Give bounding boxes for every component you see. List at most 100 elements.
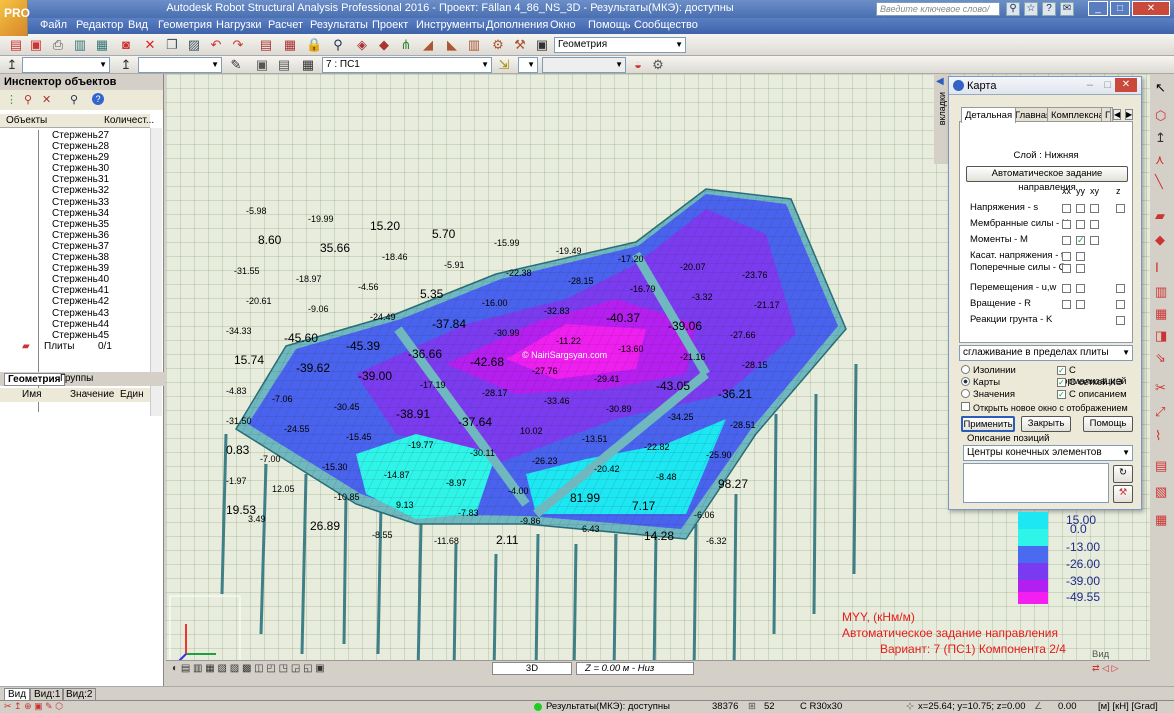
- paste-icon[interactable]: ▨: [186, 37, 202, 53]
- node-icon[interactable]: ↥: [4, 57, 20, 73]
- tree-item[interactable]: Стержень 36: [0, 230, 150, 241]
- print-icon[interactable]: ⎙: [50, 37, 66, 53]
- disp-xx-checkbox[interactable]: [1062, 284, 1071, 293]
- table-results-icon[interactable]: ▤: [1155, 458, 1167, 474]
- comm-icon[interactable]: ✉: [1060, 2, 1074, 16]
- membrane-yy-checkbox[interactable]: [1076, 220, 1085, 229]
- tree-item[interactable]: Стержень 27: [0, 130, 150, 141]
- zoom-icon[interactable]: ⚲: [330, 37, 346, 53]
- case-icon[interactable]: ▤: [276, 57, 292, 73]
- disp-yy-checkbox[interactable]: [1076, 284, 1085, 293]
- copy-icon[interactable]: ❐: [164, 37, 180, 53]
- bar-icon[interactable]: ↥: [118, 57, 134, 73]
- help-button[interactable]: Помощь: [1083, 416, 1133, 432]
- solid-icon[interactable]: ◆: [1155, 232, 1165, 248]
- rot-yy-checkbox[interactable]: [1076, 300, 1085, 309]
- map-icon[interactable]: ▧: [1155, 484, 1167, 500]
- shear-stress-xx-checkbox[interactable]: [1062, 252, 1071, 261]
- menu-geometry[interactable]: Геометрия: [158, 19, 212, 31]
- auto-direction-button[interactable]: Автоматическое задание направления: [966, 166, 1128, 193]
- chk-mesh[interactable]: ✓ С сеткой КЭ: [1057, 377, 1122, 388]
- tree-item[interactable]: Стержень 30: [0, 163, 150, 174]
- stress-xy-checkbox[interactable]: [1090, 204, 1099, 213]
- maps-radio[interactable]: [961, 377, 970, 386]
- menu-results[interactable]: Результаты: [310, 19, 368, 31]
- soil-z-checkbox[interactable]: [1116, 316, 1125, 325]
- close-button[interactable]: ✕: [1132, 1, 1170, 16]
- open-icon[interactable]: ▤: [8, 37, 24, 53]
- menu-view[interactable]: Вид: [128, 19, 148, 31]
- attributes-icon[interactable]: ⚙: [650, 57, 666, 73]
- tree-item[interactable]: Стержень 41: [0, 285, 150, 296]
- menu-addons[interactable]: Дополнения: [486, 19, 548, 31]
- cut-icon[interactable]: ▦: [1155, 512, 1167, 528]
- help-icon[interactable]: ?: [1042, 2, 1056, 16]
- selection-icon[interactable]: ◈: [354, 37, 370, 53]
- apply-button[interactable]: Применить: [961, 416, 1015, 432]
- tree-item[interactable]: Стержень 33: [0, 197, 150, 208]
- moment-xy-checkbox[interactable]: [1090, 236, 1099, 245]
- close-dialog-button[interactable]: Закрыть: [1021, 416, 1071, 432]
- menu-project[interactable]: Проект: [372, 19, 408, 31]
- settings-button[interactable]: ⚒: [1113, 485, 1133, 503]
- tab-geometry[interactable]: Геометрия: [4, 373, 65, 386]
- clear-filter-icon[interactable]: ✕: [42, 93, 51, 106]
- tree-item[interactable]: Стержень 32: [0, 185, 150, 196]
- isolines-radio[interactable]: [961, 365, 970, 374]
- mode-icon[interactable]: ⇲: [496, 57, 512, 73]
- undo-icon[interactable]: ↶: [208, 37, 224, 53]
- steel-design-icon[interactable]: ◣: [444, 37, 460, 53]
- menu-community[interactable]: Сообщество: [634, 19, 698, 31]
- results-icon[interactable]: ✂: [1155, 380, 1166, 396]
- save-icon[interactable]: ▣: [28, 37, 44, 53]
- new-window-checkbox[interactable]: [961, 402, 970, 411]
- tree-item[interactable]: Стержень 40: [0, 274, 150, 285]
- release-icon[interactable]: ▦: [1155, 306, 1167, 322]
- normalize-checkbox[interactable]: ✓: [1057, 366, 1066, 375]
- menu-window[interactable]: Окно: [550, 19, 576, 31]
- tree-item[interactable]: Стержень 43: [0, 308, 150, 319]
- component-combo[interactable]: ▼: [542, 57, 626, 73]
- maximize-icon[interactable]: □: [1104, 79, 1111, 91]
- tab-scroll-left-icon[interactable]: ◀: [1113, 109, 1122, 120]
- description-checkbox[interactable]: ✓: [1057, 390, 1066, 399]
- filter-icon[interactable]: ✎: [228, 57, 244, 73]
- arrow-left-icon[interactable]: ◀: [936, 76, 944, 87]
- tree-item[interactable]: Стержень 29: [0, 152, 150, 163]
- load-case-combo[interactable]: 7 : ПС1 ▼: [322, 57, 492, 73]
- opt-maps[interactable]: Карты: [961, 377, 1000, 388]
- chk-description[interactable]: ✓ С описанием: [1057, 389, 1127, 400]
- view-nav-icon[interactable]: ⇄ ◁ ▷: [1092, 663, 1118, 674]
- select-icon[interactable]: ↖: [1155, 80, 1166, 96]
- layout-icon[interactable]: ▣: [534, 37, 550, 53]
- col-objects[interactable]: Объекты: [6, 115, 47, 126]
- filter-icon[interactable]: ⚲: [24, 93, 32, 106]
- tree-icon[interactable]: ⋮: [6, 93, 17, 106]
- status-tools-icon[interactable]: ✂ ↥ ⊕ ▣ ✎ ⬡: [4, 701, 63, 712]
- node-tool-icon[interactable]: ⬡: [1155, 108, 1166, 124]
- rot-xx-checkbox[interactable]: [1062, 300, 1071, 309]
- opt-isolines[interactable]: Изолинии: [961, 365, 1016, 376]
- frame-icon[interactable]: ⋔: [398, 37, 414, 53]
- support-icon[interactable]: ⋏: [1155, 152, 1165, 168]
- connection-icon[interactable]: ⚙: [490, 37, 506, 53]
- minimize-icon[interactable]: –: [1087, 79, 1093, 91]
- case-list-icon[interactable]: ▦: [300, 57, 316, 73]
- panel-icon[interactable]: ▰: [1155, 208, 1165, 224]
- menu-loads[interactable]: Нагрузки: [216, 19, 262, 31]
- stress-xx-checkbox[interactable]: [1062, 204, 1071, 213]
- shear-force-xx-checkbox[interactable]: [1062, 264, 1071, 273]
- menu-analysis[interactable]: Расчет: [268, 19, 303, 31]
- tree-item[interactable]: Стержень 42: [0, 296, 150, 307]
- col-count[interactable]: Количест...: [104, 115, 154, 126]
- material-icon[interactable]: ▥: [1155, 284, 1167, 300]
- tree-item[interactable]: Стержень 39: [0, 263, 150, 274]
- view-mode-field[interactable]: 3D: [492, 662, 572, 675]
- units-field[interactable]: [м] [кН] [Grad]: [1098, 701, 1158, 712]
- section-field[interactable]: C R30x30: [800, 701, 842, 712]
- tree-item[interactable]: Стержень 34: [0, 208, 150, 219]
- moment-xx-checkbox[interactable]: [1062, 236, 1071, 245]
- design-icon[interactable]: ◆: [376, 37, 392, 53]
- camera-icon[interactable]: ◙: [118, 37, 134, 53]
- disp-z-checkbox[interactable]: [1116, 284, 1125, 293]
